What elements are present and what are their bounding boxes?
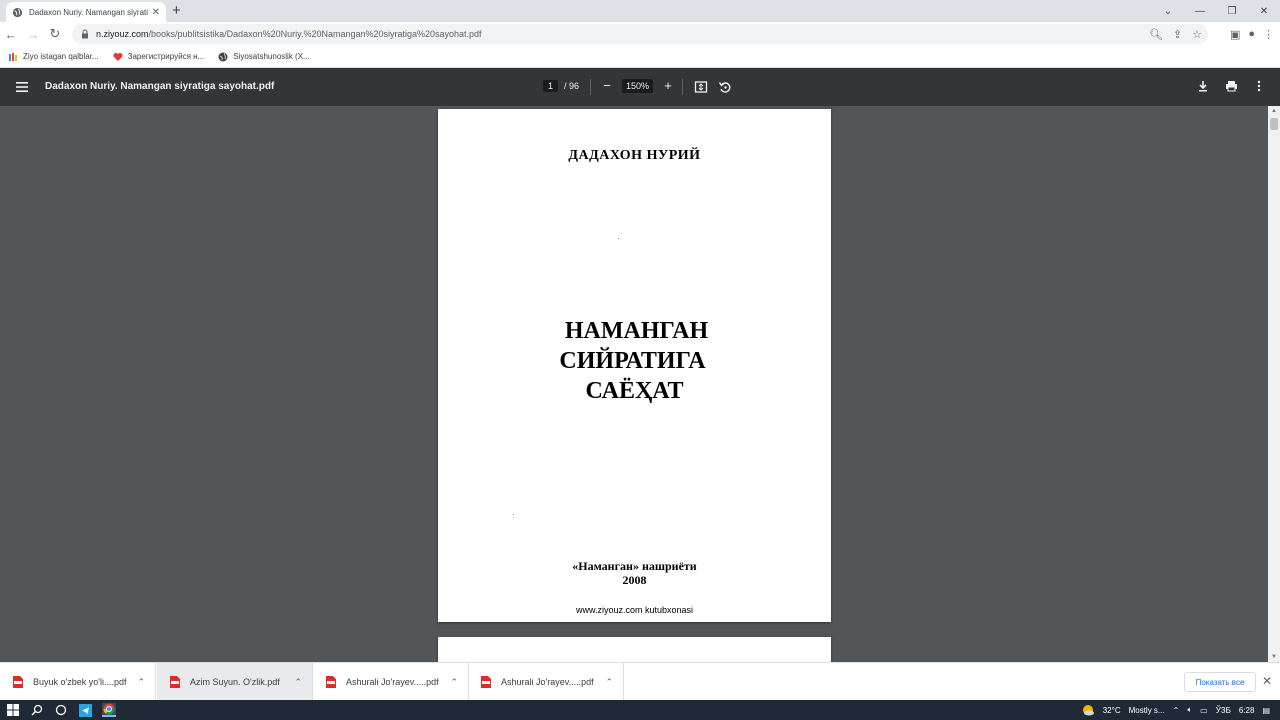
window-close-icon[interactable]: ✕	[1248, 0, 1280, 22]
heart-icon	[113, 52, 123, 61]
zoom-in-icon[interactable]: +	[661, 78, 675, 93]
close-shelf-icon[interactable]: ✕	[1262, 674, 1272, 688]
notification-icon[interactable]: ▤	[1262, 706, 1270, 715]
system-tray: 32°C Mostly s... ⌃ 🔈︎ ▭ ЎЗБ 6:28 ▤	[1081, 700, 1270, 720]
download-item[interactable]: Azim Suyun. O'zlik.pdf ⌃	[157, 663, 313, 701]
fit-page-icon[interactable]	[693, 79, 709, 95]
download-icon[interactable]	[1196, 79, 1210, 93]
pdf-file-icon	[13, 676, 23, 688]
scroll-up-icon[interactable]: ▲	[1271, 108, 1277, 114]
download-item[interactable]: Ashurali Jo'rayev.....pdf ⌃	[468, 663, 624, 701]
bookmark-item[interactable]: Siyosatshunoslik (X...	[218, 52, 310, 62]
toolbar-divider	[682, 79, 683, 95]
chevron-up-icon[interactable]: ⌃	[294, 677, 302, 688]
weather-icon[interactable]	[1081, 703, 1095, 717]
publisher-name: «Наманган» нашриёти	[572, 559, 697, 573]
download-item[interactable]: Buyuk o'zbek yo'li....pdf ⌃	[0, 663, 156, 701]
scan-speck	[513, 514, 514, 515]
scan-speck	[618, 238, 619, 239]
pdf-viewer[interactable]: ДАДАХОН НУРИЙ НАМАНГАН СИЙРАТИГА САЁҲАТ …	[0, 106, 1280, 662]
network-icon[interactable]: ▭	[1200, 706, 1208, 715]
tab-title: Dadaxon Nuriy. Namangan siyrati	[29, 7, 148, 17]
scrollbar[interactable]: ▲ ▼	[1268, 106, 1280, 662]
language-indicator[interactable]: ЎЗБ	[1216, 706, 1231, 715]
zoom-input[interactable]: 150%	[622, 78, 654, 93]
globe-icon	[218, 52, 228, 61]
clock[interactable]: 6:28	[1239, 706, 1255, 715]
toolbar-divider	[590, 79, 591, 95]
browser-menu-icon[interactable]: ⋮	[1263, 28, 1274, 41]
url-text: n.ziyouz.com/books/publitsistika/Dadaxon…	[96, 29, 482, 39]
chevron-up-icon[interactable]: ⌃	[605, 677, 613, 688]
scroll-down-icon[interactable]: ▼	[1271, 654, 1277, 660]
zoom-icon[interactable]: 🔍︎	[1149, 28, 1163, 41]
speaker-icon[interactable]: 🔈︎	[1187, 705, 1192, 715]
globe-icon	[12, 7, 23, 17]
pdf-file-icon	[326, 676, 336, 688]
pdf-toolbar: Dadaxon Nuriy. Namangan siyratiga sayoha…	[0, 68, 1280, 106]
tab-close-icon[interactable]: ✕	[152, 7, 160, 18]
pdf-file-title: Dadaxon Nuriy. Namangan siyratiga sayoha…	[45, 81, 275, 92]
back-icon[interactable]: ←	[0, 23, 22, 45]
chevron-up-icon[interactable]: ⌃	[450, 677, 458, 688]
library-watermark: www.ziyouz.com kutubxonasi	[575, 605, 694, 615]
book-title-line: САЁҲАТ	[585, 378, 684, 404]
book-title: НАМАНГАН СИЙРАТИГА САЁҲАТ	[438, 316, 831, 406]
download-item[interactable]: Ashurali Jo'rayev.....pdf ⌃	[313, 663, 469, 701]
window-controls: ⌄ — ❐ ✕	[1152, 0, 1280, 22]
task-view-icon[interactable]	[54, 703, 68, 717]
chevron-up-icon[interactable]: ⌃	[1173, 706, 1180, 715]
minimize-icon[interactable]: —	[1184, 0, 1216, 22]
restore-icon[interactable]: ❐	[1216, 0, 1248, 22]
bookmark-item[interactable]: Зарегистрируйся н...	[113, 52, 204, 62]
share-icon[interactable]: ⇪	[1173, 28, 1182, 41]
rotate-icon[interactable]	[717, 79, 733, 95]
browser-tab[interactable]: Dadaxon Nuriy. Namangan siyrati ✕	[6, 2, 166, 22]
temperature[interactable]: 32°C	[1103, 706, 1121, 715]
print-icon[interactable]	[1224, 79, 1238, 93]
chevron-up-icon[interactable]: ⌃	[137, 677, 145, 688]
book-title-line: НАМАНГАН	[564, 318, 709, 344]
url-input[interactable]: n.ziyouz.com/books/publitsistika/Dadaxon…	[72, 24, 1208, 44]
address-bar: ← → ↻ n.ziyouz.com/books/publitsistika/D…	[0, 22, 1280, 46]
download-shelf: Buyuk o'zbek yo'li....pdf ⌃ Azim Suyun. …	[0, 662, 1280, 701]
reload-icon[interactable]: ↻	[44, 23, 66, 45]
chrome-icon[interactable]	[102, 703, 116, 717]
windows-taskbar: 32°C Mostly s... ⌃ 🔈︎ ▭ ЎЗБ 6:28 ▤	[0, 700, 1280, 720]
side-panel-icon[interactable]: ▣	[1230, 28, 1240, 41]
bookmarks-bar: Ziyo istagan qalblar... Зарегистрируйся …	[0, 46, 1280, 68]
tab-search-icon[interactable]: ⌄	[1152, 0, 1184, 22]
book-title-line: СИЙРАТИГА	[559, 348, 706, 374]
bookmark-item[interactable]: Ziyo istagan qalblar...	[8, 52, 99, 62]
publication-year: 2008	[622, 573, 647, 587]
forward-icon[interactable]: →	[22, 23, 44, 45]
profile-icon[interactable]: ●	[1248, 28, 1255, 40]
zoom-controls: − 150% +	[600, 78, 675, 93]
pdf-page-next	[438, 637, 831, 662]
hamburger-menu-icon[interactable]	[14, 79, 30, 95]
pdf-page: ДАДАХОН НУРИЙ НАМАНГАН СИЙРАТИГА САЁҲАТ …	[438, 109, 831, 622]
bookmark-favicon-icon	[9, 52, 17, 61]
zoom-out-icon[interactable]: −	[600, 78, 614, 93]
page-total: / 96	[564, 81, 580, 91]
windows-start-icon[interactable]	[6, 703, 20, 717]
pdf-file-icon	[481, 676, 491, 688]
telegram-icon[interactable]	[78, 703, 92, 717]
book-publisher: «Наманган» нашриёти 2008	[438, 559, 831, 587]
search-icon[interactable]	[30, 703, 44, 717]
weather-text[interactable]: Mostly s...	[1129, 706, 1165, 715]
show-all-downloads-button[interactable]: Показать все	[1184, 672, 1256, 692]
scrollbar-thumb[interactable]	[1270, 118, 1278, 130]
pdf-file-icon	[170, 676, 180, 688]
book-author: ДАДАХОН НУРИЙ	[568, 148, 701, 163]
star-icon[interactable]: ☆	[1192, 28, 1202, 41]
tab-strip: Dadaxon Nuriy. Namangan siyrati ✕ + ⌄ — …	[0, 0, 1280, 22]
page-number-input[interactable]: 1	[543, 80, 559, 92]
more-options-icon[interactable]	[1252, 79, 1266, 93]
lock-icon[interactable]	[80, 29, 90, 39]
new-tab-icon[interactable]: +	[172, 3, 181, 19]
page-selector: 1 / 96	[543, 80, 579, 92]
